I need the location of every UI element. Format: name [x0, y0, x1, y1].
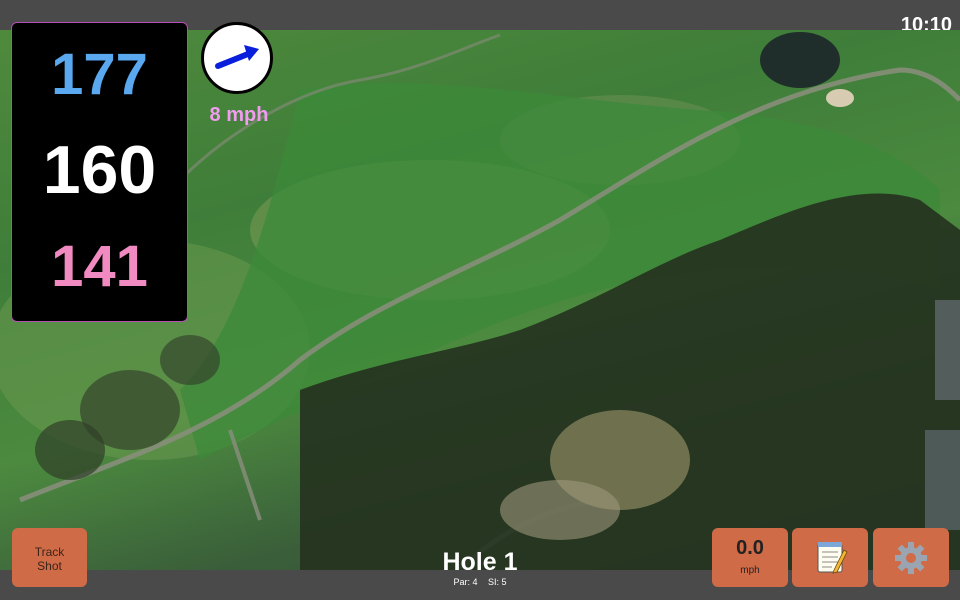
- wind-speed-label: 8 mph: [209, 104, 269, 126]
- hole-title: Hole 1: [442, 548, 518, 576]
- track-shot-button[interactable]: Track Shot: [12, 528, 87, 587]
- track-shot-label-line2: Shot: [37, 559, 62, 573]
- gear-icon: [895, 542, 927, 574]
- front-distance: 141: [51, 234, 148, 299]
- hole-par: Par: 4: [453, 577, 478, 587]
- center-distance: 160: [42, 132, 157, 208]
- arrow-icon: [215, 45, 259, 69]
- wind-dial: [201, 22, 273, 94]
- settings-button[interactable]: [873, 528, 949, 587]
- track-shot-label-line1: Track: [34, 545, 65, 559]
- hole-meta: Par: 4 SI: 5: [380, 577, 580, 587]
- speed-value: 0.0: [736, 537, 764, 559]
- notes-button[interactable]: [792, 528, 868, 587]
- distance-card: 177 160 141: [11, 22, 188, 322]
- hole-si: SI: 5: [488, 577, 507, 587]
- speed-button[interactable]: 0.0 mph: [712, 528, 788, 587]
- back-distance: 177: [51, 42, 148, 107]
- notepad-icon: [817, 542, 848, 574]
- speed-unit: mph: [740, 565, 760, 576]
